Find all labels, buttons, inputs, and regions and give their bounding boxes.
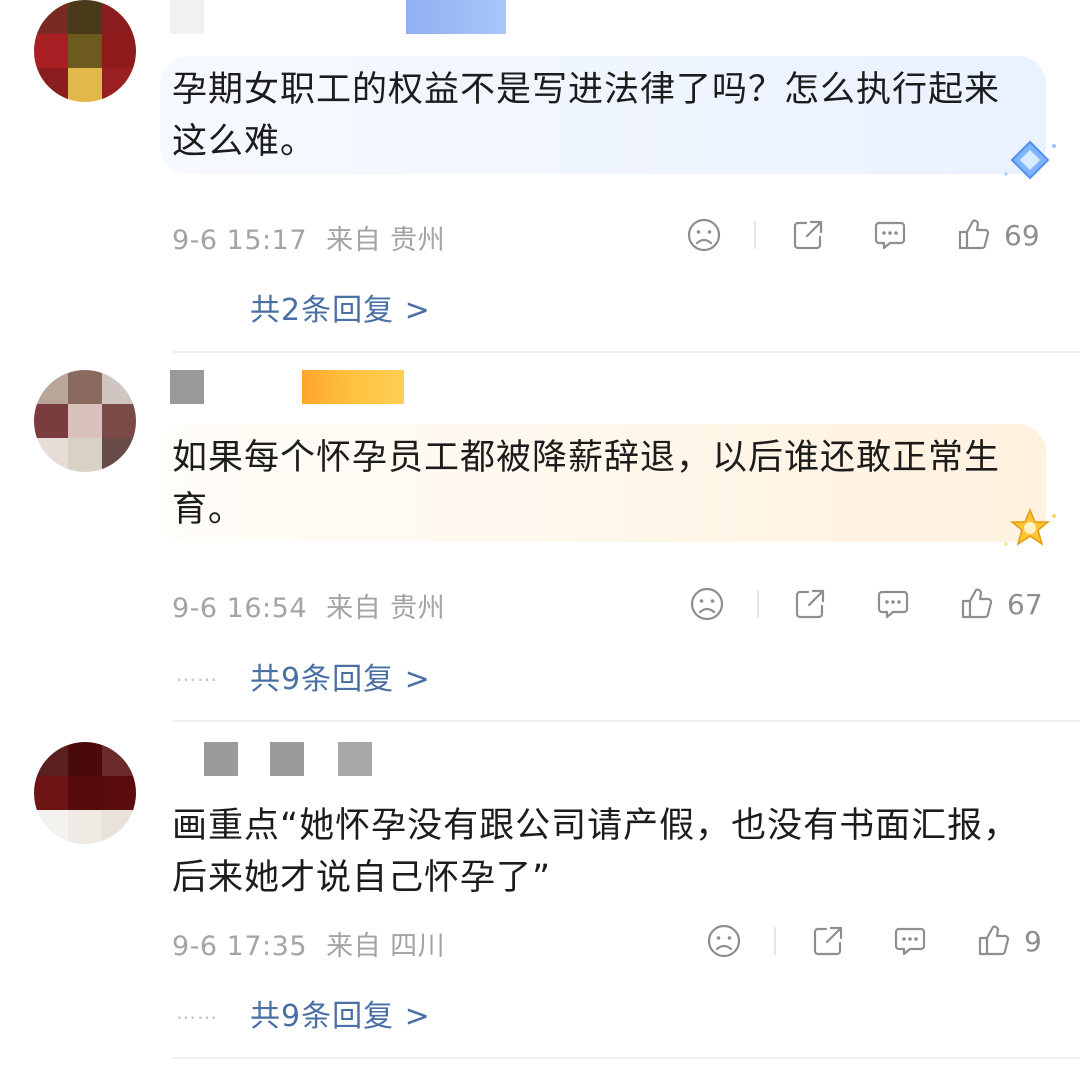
comment-button[interactable] <box>892 921 928 961</box>
comment-button[interactable] <box>872 215 908 255</box>
thumbs-up-icon <box>958 219 990 250</box>
dislike-button[interactable] <box>706 921 742 961</box>
diamond-badge-icon <box>1004 140 1056 180</box>
share-icon <box>795 589 825 619</box>
action-bar: 69 <box>0 215 1080 255</box>
comment-icon <box>874 221 906 250</box>
divider <box>172 720 1080 722</box>
avatar[interactable] <box>34 0 136 102</box>
separator <box>754 221 756 249</box>
comment-text: 孕期女职工的权益不是写进法律了吗？怎么执行起来 这么难。 <box>172 70 1001 162</box>
dislike-button[interactable] <box>686 215 722 255</box>
like-button[interactable]: 69 <box>956 215 1040 255</box>
thumbs-up-icon <box>978 925 1010 956</box>
divider <box>172 1057 1080 1059</box>
action-bar: 9 <box>0 921 1080 961</box>
comment-text: 画重点“她怀孕没有跟公司请产假，也没有书面汇报， 后来她才说自己怀孕了” <box>172 806 1020 898</box>
view-replies-link[interactable]: 共9条回复 > <box>250 654 431 698</box>
view-replies-link[interactable]: 共2条回复 > <box>250 285 431 329</box>
replies-prefix: …… <box>176 1000 218 1024</box>
share-icon <box>793 220 823 250</box>
avatar[interactable] <box>34 742 136 844</box>
like-button[interactable]: 9 <box>976 921 1042 961</box>
comment-text: 如果每个怀孕员工都被降薪辞退，以后谁还敢正常生 育。 <box>172 438 1001 530</box>
view-replies-link[interactable]: 共9条回复 > <box>250 991 431 1035</box>
sad-face-icon <box>690 587 724 621</box>
thumbs-up-icon <box>961 588 993 619</box>
sad-face-icon <box>687 218 721 252</box>
separator <box>757 590 759 618</box>
action-bar: 67 <box>0 584 1080 624</box>
replies-prefix: …… <box>176 662 218 686</box>
separator <box>774 927 776 955</box>
comment-button[interactable] <box>875 584 911 624</box>
like-count: 69 <box>1004 218 1040 252</box>
sad-face-icon <box>707 924 741 958</box>
dislike-button[interactable] <box>689 584 725 624</box>
share-button[interactable] <box>790 215 826 255</box>
comment-icon <box>877 590 909 619</box>
share-icon <box>813 926 843 956</box>
share-button[interactable] <box>810 921 846 961</box>
share-button[interactable] <box>792 584 828 624</box>
gold-star-badge-icon <box>1004 508 1056 546</box>
like-count: 67 <box>1007 587 1043 621</box>
like-count: 9 <box>1024 924 1042 958</box>
avatar[interactable] <box>34 370 136 472</box>
like-button[interactable]: 67 <box>959 584 1043 624</box>
divider <box>172 351 1080 353</box>
comment-icon <box>894 927 926 956</box>
